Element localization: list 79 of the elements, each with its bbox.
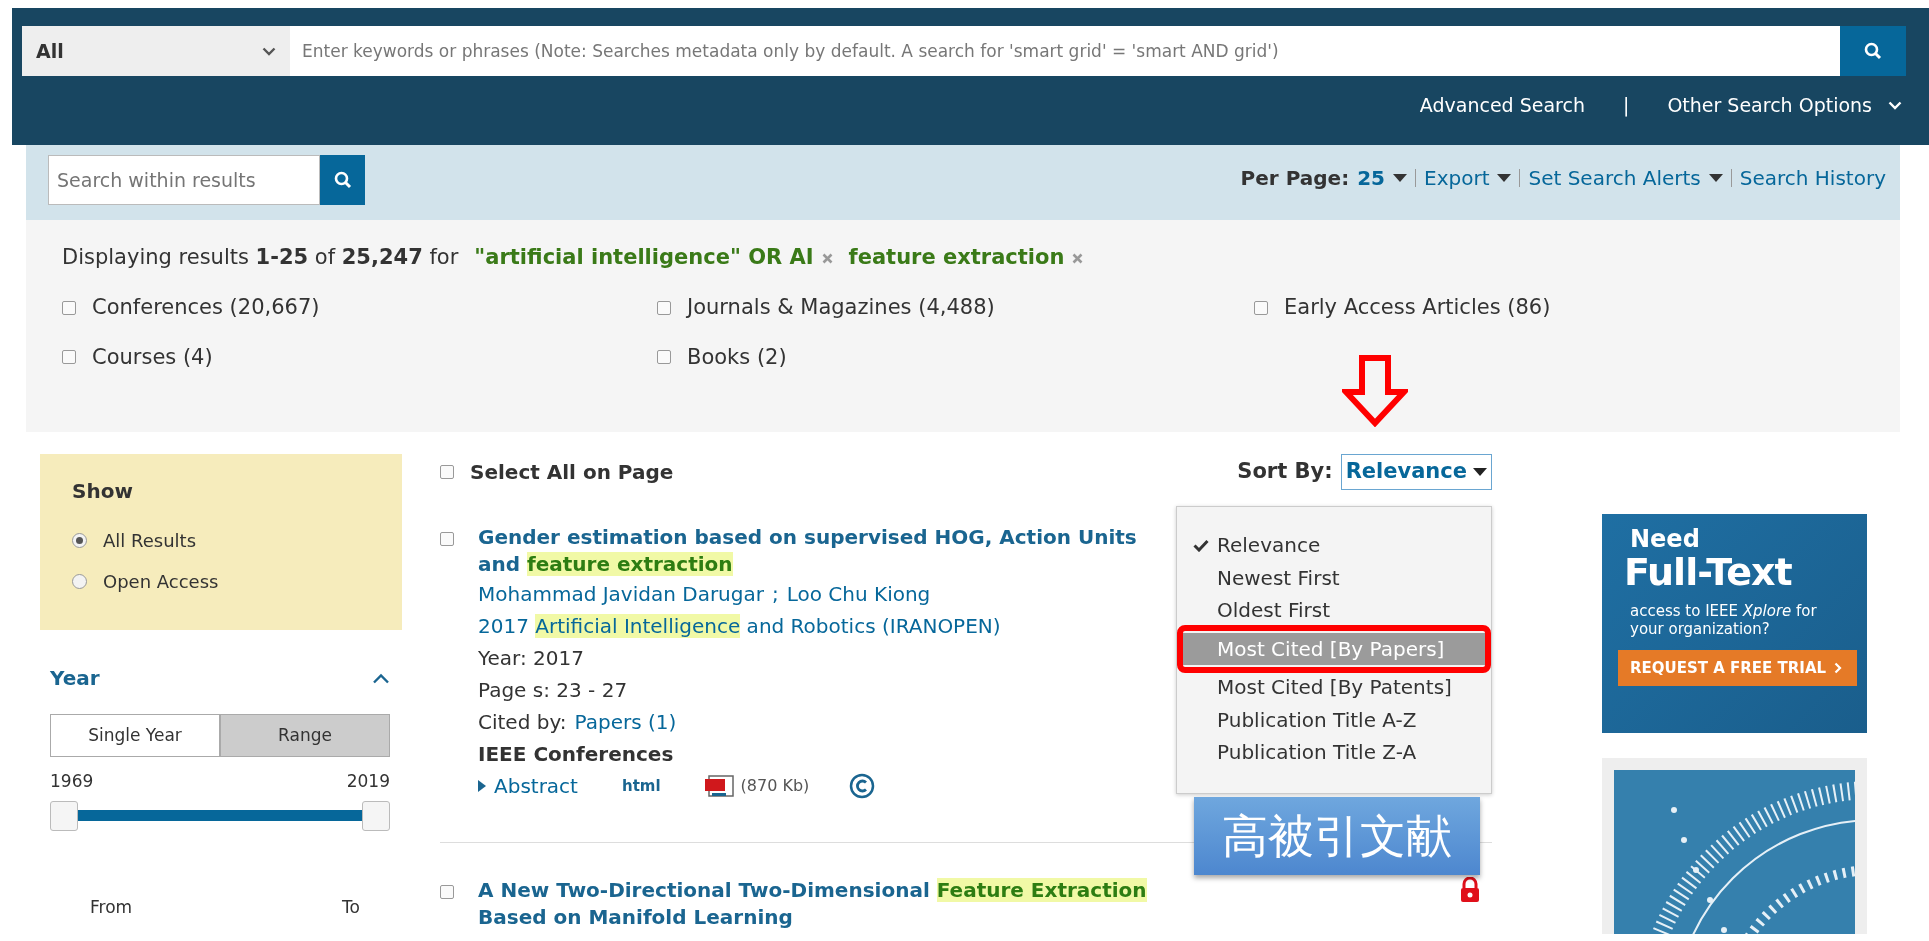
file-size: (870 Kb) — [740, 775, 810, 797]
html-link[interactable]: html — [621, 770, 661, 802]
cited-label: Cited by: — [478, 709, 567, 736]
field-label: From — [90, 895, 133, 919]
sort-dropdown[interactable]: Relevance — [1340, 454, 1492, 490]
radio-option[interactable]: Open Access — [72, 561, 372, 602]
search-icon — [333, 171, 352, 189]
search-button[interactable] — [1840, 26, 1906, 76]
result-pages: Page s: 23 - 27 — [478, 677, 628, 704]
result-title[interactable]: Gender estimation based on supervised HOG, Action Units and feature extraction — [478, 524, 1178, 578]
caret-icon — [1393, 174, 1407, 182]
separator-text: ; — [771, 581, 779, 608]
filter-checkbox[interactable]: Conferences (20,667) — [62, 292, 657, 324]
chevron-down-icon — [1888, 100, 1902, 110]
filter-checkbox[interactable]: Books (2) — [657, 341, 1254, 373]
scope-dropdown[interactable]: All — [22, 26, 290, 76]
toggle-tab[interactable]: Range — [220, 714, 390, 757]
publication-type: IEEE Conferences — [478, 741, 674, 768]
filter-checkbox[interactable]: Courses (4) — [62, 341, 657, 373]
caret-icon — [1473, 468, 1487, 476]
menu-link[interactable]: Set Search Alerts — [1528, 163, 1723, 193]
slider-handle[interactable] — [50, 800, 78, 831]
section-title: Year — [50, 665, 100, 692]
link[interactable]: Search History — [1739, 163, 1886, 193]
link[interactable]: Advanced Search — [1419, 90, 1585, 120]
search-term: "artificial intelligence" OR AI — [474, 244, 814, 272]
result-checkbox[interactable] — [440, 885, 454, 899]
menu-item[interactable]: Publication Title Z-A — [1177, 736, 1491, 769]
year-label: 1969 — [50, 770, 94, 793]
remove-icon[interactable] — [1072, 252, 1084, 264]
chevron-down-icon — [262, 46, 276, 56]
caret-icon — [1708, 174, 1723, 182]
filter-checkbox[interactable]: Journals & Magazines (4,488) — [657, 292, 1254, 324]
menu-item[interactable]: Publication Title A-Z — [1177, 703, 1491, 736]
section-title: Show — [72, 478, 134, 505]
toggle-tab[interactable]: Single Year — [50, 714, 220, 757]
menu-item[interactable]: Most Cited [By Patents] — [1177, 671, 1491, 704]
copyright-icon — [849, 773, 876, 799]
abstract-toggle[interactable]: Abstract — [478, 770, 578, 802]
author-link[interactable]: Mohammad Javidan Darugar — [478, 578, 764, 610]
slider-handle[interactable] — [362, 800, 390, 831]
menu-link[interactable]: Export — [1424, 163, 1512, 193]
down-arrow — [1342, 355, 1408, 427]
checkmark-icon — [1193, 538, 1209, 552]
ad-heading: Need — [1630, 526, 1701, 553]
remove-icon[interactable] — [821, 252, 833, 264]
caret-icon — [1497, 174, 1512, 182]
results-summary: Displaying results 1-25 of 25,247 for — [62, 244, 459, 272]
advertisement-banner[interactable]: Need Full-Text access to IEEE Xplore for your organization? REQUEST A FREE TRIAL — [1602, 514, 1867, 733]
search-icon — [1864, 42, 1882, 60]
ad-text: access to IEEE Xplore for your organization? — [1630, 602, 1818, 639]
search-within-button[interactable] — [320, 155, 365, 205]
filter-checkbox[interactable]: Early Access Articles (86) — [1254, 292, 1754, 324]
field-label: To — [342, 895, 360, 919]
citations-link[interactable]: Papers (1) — [574, 706, 677, 738]
result-checkbox[interactable] — [440, 532, 454, 546]
author-link[interactable]: Loo Chu Kiong — [786, 578, 931, 610]
search-field[interactable]: Enter keywords or phrases (Note: Searches metadata only by default. A search for 'smart grid' = 'smart AND grid') — [290, 26, 1840, 76]
result-title[interactable]: A New Two-Directional Two-Dimensional Feature Extraction Based on Manifold Learning — [478, 877, 1178, 931]
callout-label: 高被引文献 — [1194, 797, 1480, 875]
chevron-up-icon[interactable] — [372, 672, 390, 684]
ad-headline: Full-Text — [1624, 552, 1793, 595]
radio-option[interactable]: All Results — [72, 520, 372, 561]
triangle-right-icon — [478, 780, 486, 792]
result-year: Year: 2017 — [478, 645, 584, 672]
pdf-icon[interactable] — [704, 774, 735, 798]
sort-label: Sort By: — [1237, 458, 1333, 486]
per-page-dropdown[interactable]: Per Page: 25 — [1240, 163, 1407, 193]
menu-item[interactable]: Oldest First — [1177, 594, 1491, 627]
select-all-checkbox[interactable]: Select All on Page — [440, 457, 674, 487]
separator-text: | — [1622, 92, 1630, 119]
chevron-right-icon — [1834, 662, 1843, 675]
publication-link[interactable]: 2017 Artificial Intelligence and Robotics (IRANOPEN) — [478, 614, 1001, 638]
menu-item[interactable]: Relevance — [1177, 529, 1491, 562]
link[interactable]: Other Search Options — [1667, 90, 1902, 120]
year-label: 2019 — [346, 770, 390, 793]
search-within-field[interactable]: Search within results — [48, 155, 320, 205]
search-term: feature extraction — [848, 244, 1065, 272]
menu-item[interactable]: Newest First — [1177, 561, 1491, 594]
